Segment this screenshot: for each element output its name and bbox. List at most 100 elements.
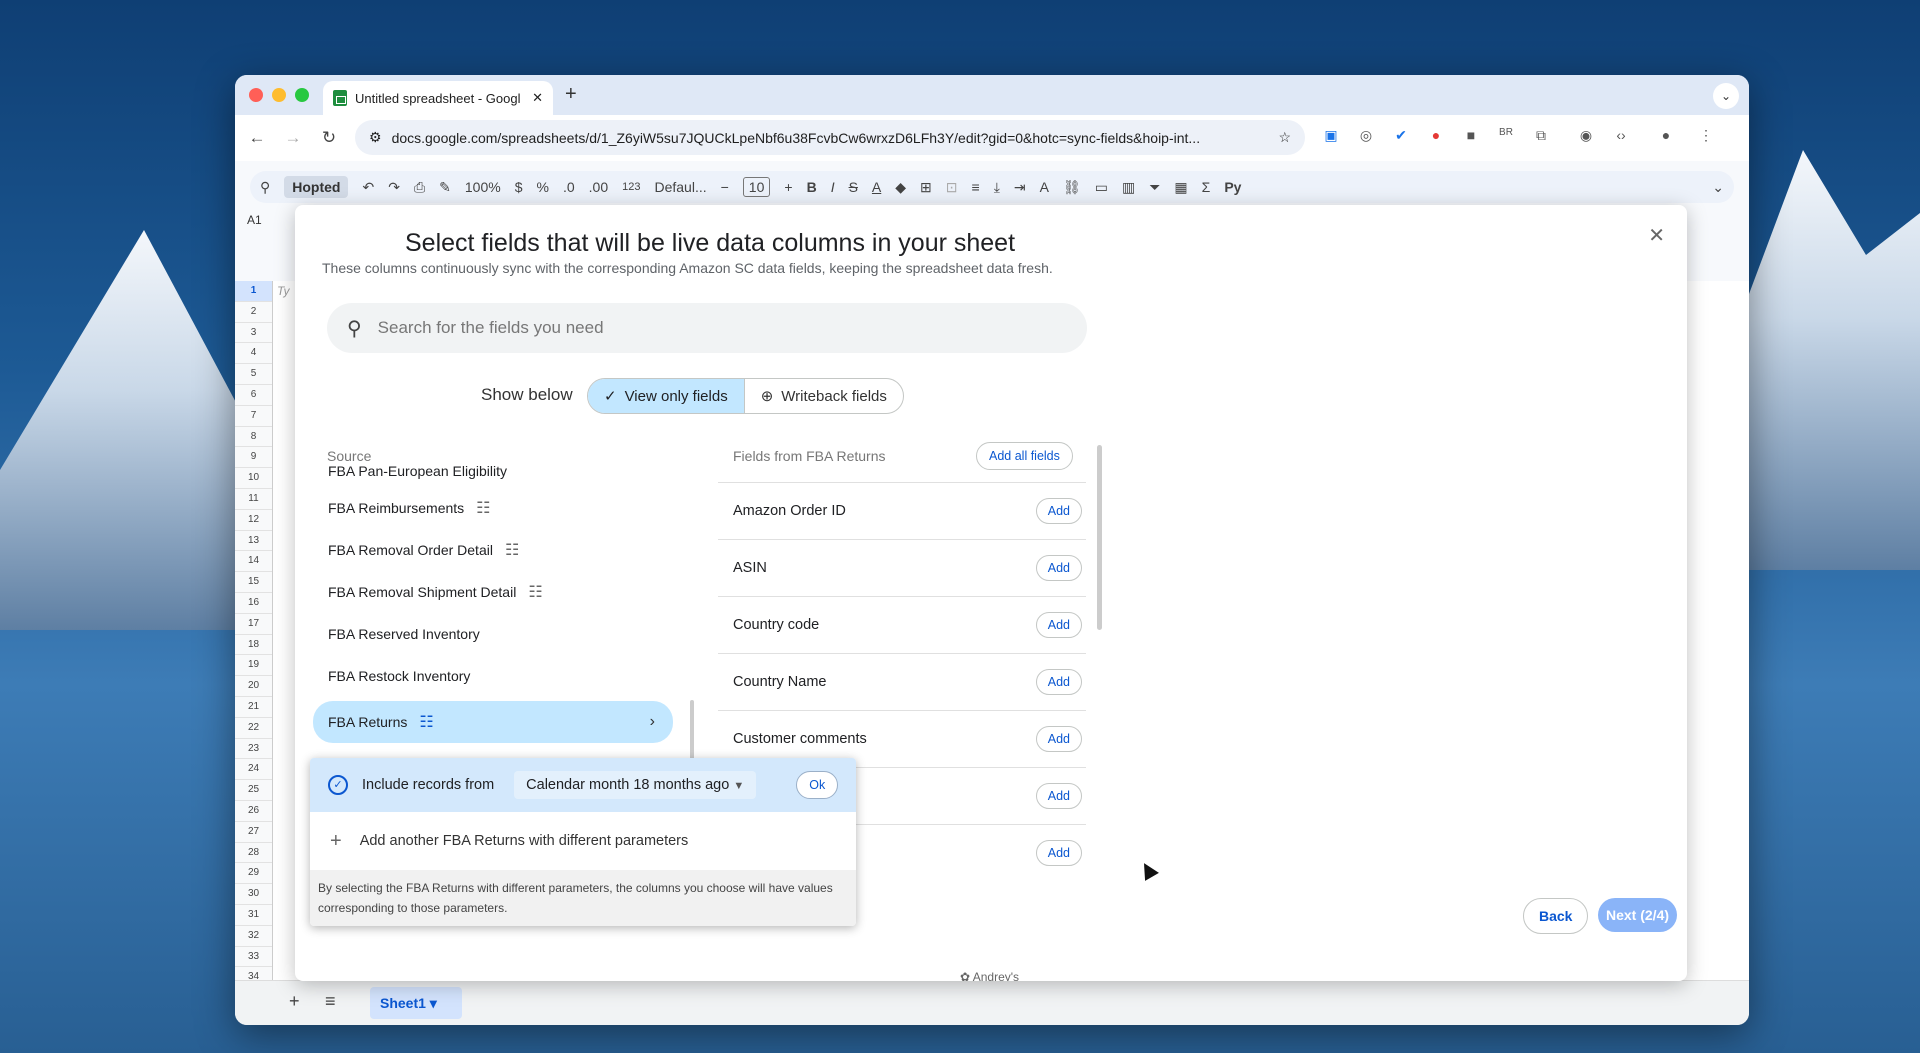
row-number[interactable]: 22 [235, 718, 272, 739]
valign-icon[interactable]: ⤓ [994, 179, 1000, 196]
add-field-button[interactable]: Add [1035, 612, 1082, 638]
all-sheets-icon[interactable]: ≡ [325, 991, 336, 1012]
next-button[interactable]: Next (2/4) [1598, 898, 1678, 932]
source-item-selected[interactable]: FBA Returns ☷ › [313, 701, 673, 743]
bold-button[interactable]: B [807, 179, 817, 195]
source-item[interactable]: FBA Pan-European Eligibility [313, 463, 673, 487]
filter-icon[interactable]: ⏷ [1149, 179, 1160, 196]
filter-views-icon[interactable]: ▦ [1174, 179, 1187, 196]
browser-menu-icon[interactable]: ⋮ [1695, 127, 1717, 144]
back-icon[interactable]: ← [239, 128, 275, 148]
row-number[interactable]: 18 [235, 635, 272, 656]
new-tab-icon[interactable]: + [565, 83, 577, 106]
source-item[interactable]: FBA Removal Order Detail ☷ [313, 529, 673, 571]
row-number[interactable]: 16 [235, 593, 272, 614]
period-dropdown[interactable]: Calendar month 18 months ago ▼ [514, 771, 757, 799]
row-number[interactable]: 25 [235, 780, 272, 801]
browser-tab[interactable]: Untitled spreadsheet - Googl ✕ [323, 81, 553, 115]
close-icon[interactable]: ✕ [1648, 223, 1665, 248]
add-field-button[interactable]: Add [1035, 555, 1082, 581]
hopted-menu-button[interactable]: Hopted [284, 176, 349, 198]
extension-1-icon[interactable]: ▣ [1320, 127, 1342, 144]
tune-icon[interactable]: ☷ [528, 582, 542, 602]
tune-icon[interactable]: ☷ [476, 498, 490, 518]
address-bar[interactable]: ⚙ docs.google.com/spreadsheets/d/1_Z6yiW… [355, 120, 1305, 155]
extensions-puzzle-icon[interactable]: ⧉ [1530, 127, 1552, 144]
tune-icon[interactable]: ☷ [505, 540, 519, 560]
add-field-button[interactable]: Add [1035, 669, 1082, 695]
row-number[interactable]: 14 [235, 551, 272, 573]
profile-avatar[interactable]: ● [1655, 127, 1677, 143]
font-size-increase-icon[interactable]: + [784, 179, 792, 195]
source-scrollbar[interactable] [690, 700, 694, 760]
font-size-input[interactable]: 10 [742, 177, 771, 197]
reload-icon[interactable]: ↻ [311, 128, 347, 148]
row-number[interactable]: 26 [235, 801, 272, 822]
close-window-button[interactable] [249, 88, 263, 102]
row-number[interactable]: 29 [235, 863, 272, 885]
collapse-toolbar-icon[interactable]: ⌄ [1712, 179, 1724, 196]
view-only-fields-button[interactable]: ✓ View only fields [588, 379, 744, 413]
row-number[interactable]: 12 [235, 510, 272, 531]
strikethrough-icon[interactable]: S [849, 179, 858, 195]
row-number[interactable]: 5 [235, 364, 272, 385]
writeback-fields-button[interactable]: ⊕ Writeback fields [743, 379, 903, 413]
extension-5-icon[interactable]: ■ [1460, 127, 1482, 143]
row-number[interactable]: 3 [235, 323, 272, 344]
minimize-window-button[interactable] [272, 88, 286, 102]
window-controls[interactable] [249, 88, 309, 102]
search-menus-icon[interactable]: ⚲ [260, 179, 270, 196]
row-number[interactable]: 7 [235, 406, 272, 427]
number-format-button[interactable]: 123 [622, 181, 640, 193]
row-number[interactable]: 21 [235, 697, 272, 718]
align-icon[interactable]: ≡ [972, 179, 980, 195]
add-field-button[interactable]: Add [1035, 840, 1082, 866]
row-number[interactable]: 11 [235, 489, 272, 510]
row-number[interactable]: 31 [235, 905, 272, 926]
row-number[interactable]: 4 [235, 343, 272, 365]
row-number[interactable]: 28 [235, 843, 272, 864]
add-all-fields-button[interactable]: Add all fields [976, 442, 1073, 470]
row-number[interactable]: 32 [235, 926, 272, 947]
row-number[interactable]: 27 [235, 822, 272, 843]
row-number[interactable]: 24 [235, 759, 272, 781]
tab-menu-icon[interactable]: ⌄ [1713, 83, 1739, 109]
maximize-window-button[interactable] [295, 88, 309, 102]
merge-cells-icon[interactable]: ⊡ [946, 179, 958, 196]
devtools-icon[interactable]: ‹› [1610, 127, 1632, 143]
font-size-decrease-icon[interactable]: − [721, 179, 729, 195]
screenshot-icon[interactable]: ◉ [1575, 127, 1597, 144]
extension-6-icon[interactable]: BR [1495, 127, 1517, 138]
row-number[interactable]: 8 [235, 427, 272, 448]
add-another-row[interactable]: + Add another FBA Returns with different… [310, 812, 856, 870]
text-color-icon[interactable]: A [872, 179, 881, 195]
python-button[interactable]: Py [1224, 179, 1241, 195]
functions-button[interactable]: Σ [1202, 179, 1211, 195]
add-field-button[interactable]: Add [1035, 783, 1082, 809]
paint-format-icon[interactable]: ✎ [439, 179, 451, 196]
tune-icon[interactable]: ☷ [419, 712, 433, 732]
bookmark-star-icon[interactable]: ☆ [1278, 129, 1291, 146]
print-icon[interactable]: ⎙ [414, 179, 425, 196]
rotate-text-icon[interactable]: A [1040, 179, 1049, 195]
link-icon[interactable]: ⛓ [1063, 179, 1081, 196]
add-field-button[interactable]: Add [1035, 726, 1082, 752]
row-number[interactable]: 33 [235, 947, 272, 968]
extension-3-icon[interactable]: ✔ [1390, 127, 1412, 144]
row-number[interactable]: 23 [235, 739, 272, 760]
comment-icon[interactable]: ▭ [1095, 179, 1108, 196]
extension-2-icon[interactable]: ◎ [1355, 127, 1377, 144]
ok-button[interactable]: Ok [796, 771, 839, 799]
row-number[interactable]: 20 [235, 676, 272, 697]
close-tab-icon[interactable]: ✕ [532, 90, 543, 106]
source-item[interactable]: FBA Reserved Inventory [313, 613, 673, 655]
row-number[interactable]: 9 [235, 447, 272, 469]
field-search[interactable]: ⚲ [327, 303, 1087, 353]
zoom-select[interactable]: 100% [465, 179, 501, 195]
row-number[interactable]: 30 [235, 884, 272, 905]
back-button[interactable]: Back [1523, 898, 1589, 934]
add-sheet-icon[interactable]: + [289, 991, 300, 1012]
row-number[interactable]: 1 [235, 281, 272, 302]
chart-icon[interactable]: ▥ [1122, 179, 1135, 196]
source-item[interactable]: FBA Restock Inventory [313, 655, 673, 697]
